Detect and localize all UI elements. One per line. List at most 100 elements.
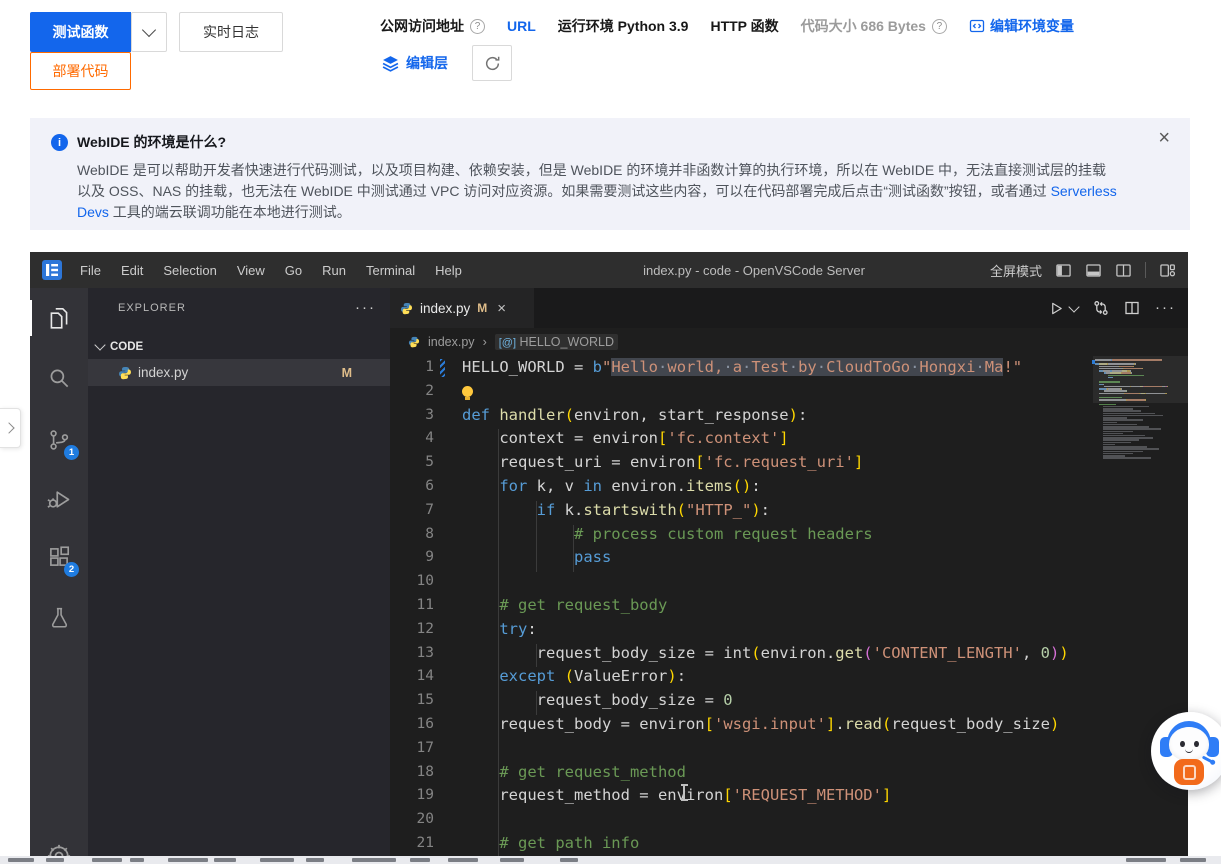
line-number: 16	[390, 713, 434, 737]
scm-badge: 1	[64, 445, 79, 460]
split-editor-icon[interactable]	[1124, 300, 1140, 316]
breadcrumb-symbol[interactable]: [@] HELLO_WORLD	[495, 334, 618, 350]
menu-go[interactable]: Go	[275, 263, 312, 278]
help-icon[interactable]: ?	[932, 19, 947, 34]
python-icon	[118, 366, 132, 380]
robot-smile	[1185, 748, 1193, 753]
deploy-code-button[interactable]: 部署代码	[30, 52, 131, 90]
breadcrumb: index.py › [@] HELLO_WORLD	[390, 328, 1188, 356]
code-line: 3def handler(environ, start_response):	[390, 404, 1188, 428]
minimap-modified-marker	[1092, 360, 1095, 364]
line-number: 20	[390, 808, 434, 832]
http-function-label: HTTP 函数	[710, 16, 778, 36]
breadcrumb-file[interactable]: index.py	[428, 335, 475, 349]
code-line: 8 # process custom request headers	[390, 523, 1188, 547]
code-line: 13 request_body_size = int(environ.get('…	[390, 642, 1188, 666]
test-function-dropdown-button[interactable]	[131, 12, 167, 52]
line-number: 14	[390, 665, 434, 689]
modified-badge: M	[477, 301, 487, 315]
explorer-header-label: EXPLORER	[118, 302, 186, 314]
refresh-button[interactable]	[472, 45, 512, 81]
cutoff-text-fragment	[500, 858, 524, 862]
activity-manage[interactable]	[30, 842, 88, 856]
split-layout-icon[interactable]	[1115, 262, 1132, 279]
activity-extensions[interactable]: 2	[30, 533, 88, 581]
cutoff-text-fragment	[410, 858, 430, 862]
help-icon[interactable]: ?	[470, 19, 485, 34]
line-number: 15	[390, 689, 434, 713]
cutoff-text-fragment	[1126, 858, 1166, 862]
test-function-button[interactable]: 测试函数	[30, 12, 131, 52]
tab-close-icon[interactable]: ×	[497, 300, 506, 317]
activity-run-debug[interactable]	[30, 475, 88, 523]
code-line: 20	[390, 808, 1188, 832]
flask-icon	[47, 605, 72, 630]
gear-icon	[45, 842, 73, 856]
serverless-devs-link[interactable]: Serverless	[1051, 183, 1117, 199]
env-vars-icon	[969, 18, 985, 34]
activity-explorer[interactable]	[30, 294, 88, 342]
line-number: 21	[390, 832, 434, 856]
cutoff-text-fragment	[92, 858, 122, 862]
activity-source-control[interactable]: 1	[30, 416, 88, 464]
banner-close-icon[interactable]: ×	[1158, 128, 1170, 148]
url-link[interactable]: URL	[507, 18, 536, 34]
side-drawer-expand-button[interactable]	[0, 408, 21, 448]
fullscreen-mode-button[interactable]: 全屏模式	[990, 261, 1042, 280]
cutoff-text-fragment	[168, 858, 208, 862]
tab-indexpy[interactable]: index.py M ×	[390, 288, 534, 328]
menu-file[interactable]: File	[70, 263, 111, 278]
cutoff-text-fragment	[1180, 858, 1206, 862]
chevron-down-icon	[94, 339, 105, 350]
customer-service-mascot-button[interactable]	[1151, 712, 1221, 790]
activity-search[interactable]	[30, 354, 88, 402]
code-size-label: 代码大小 686 Bytes	[801, 16, 926, 36]
minimap-viewport[interactable]	[1093, 356, 1188, 403]
git-modified-marker	[440, 359, 445, 377]
menu-run[interactable]: Run	[312, 263, 356, 278]
run-python-file-button[interactable]	[1049, 301, 1078, 316]
editor-more-icon[interactable]: ···	[1155, 303, 1176, 313]
menu-view[interactable]: View	[227, 263, 275, 278]
editor-group: index.py M × ···	[390, 288, 1188, 856]
cutoff-text-fragment	[560, 858, 578, 862]
serverless-devs-link[interactable]: Devs	[77, 204, 109, 220]
code-line: 1HELLO_WORLD = b"Hello·world,·a·Test·by·…	[390, 356, 1188, 380]
toggle-panel-icon[interactable]	[1085, 262, 1102, 279]
banner-line-2: 以及 OSS、NAS 的挂载，也无法在 WebIDE 中测试通过 VPC 访问对…	[77, 181, 1150, 202]
edit-layer-link[interactable]: 编辑层	[382, 53, 448, 73]
realtime-logs-button[interactable]: 实时日志	[179, 12, 283, 52]
explorer-more-icon[interactable]: ···	[355, 303, 376, 313]
menu-edit[interactable]: Edit	[111, 263, 153, 278]
function-meta-row: 公网访问地址? URL 运行环境 Python 3.9 HTTP 函数 代码大小…	[380, 15, 1074, 37]
indent-guide	[536, 644, 537, 668]
banner-line-3: Devs 工具的端云联调功能在本地进行测试。	[77, 202, 1150, 223]
runtime-label: 运行环境 Python 3.9	[558, 16, 689, 36]
divider	[1145, 262, 1146, 278]
menu-help[interactable]: Help	[425, 263, 472, 278]
activity-testing[interactable]	[30, 593, 88, 641]
line-number: 7	[390, 499, 434, 523]
activity-bar: 1 2	[30, 288, 88, 856]
line-number: 13	[390, 642, 434, 666]
file-item-indexpy[interactable]: index.py M	[88, 359, 390, 386]
chevron-right-icon	[3, 422, 14, 433]
explorer-section-code[interactable]: CODE	[88, 334, 390, 359]
code-line: 2	[390, 380, 1188, 404]
ide-titlebar: File Edit Selection View Go Run Terminal…	[30, 252, 1188, 288]
vscode-logo-icon	[42, 260, 62, 280]
line-number: 19	[390, 784, 434, 808]
open-changes-icon[interactable]	[1093, 300, 1109, 316]
menu-terminal[interactable]: Terminal	[356, 263, 425, 278]
code-line: 5 request_uri = environ['fc.request_uri'…	[390, 451, 1188, 475]
cutoff-text-fragment	[130, 858, 144, 862]
customize-layout-icon[interactable]	[1159, 262, 1176, 279]
lightbulb-icon[interactable]	[462, 386, 473, 397]
chevron-down-icon	[1068, 301, 1079, 312]
code-line: 16 request_body = environ['wsgi.input'].…	[390, 713, 1188, 737]
toggle-sidebar-icon[interactable]	[1055, 262, 1072, 279]
explorer-sidebar: EXPLORER ··· CODE index.py M	[88, 288, 390, 856]
code-editor[interactable]: 1HELLO_WORLD = b"Hello·world,·a·Test·by·…	[390, 356, 1188, 856]
menu-selection[interactable]: Selection	[153, 263, 226, 278]
edit-env-vars-link[interactable]: 编辑环境变量	[969, 16, 1074, 36]
